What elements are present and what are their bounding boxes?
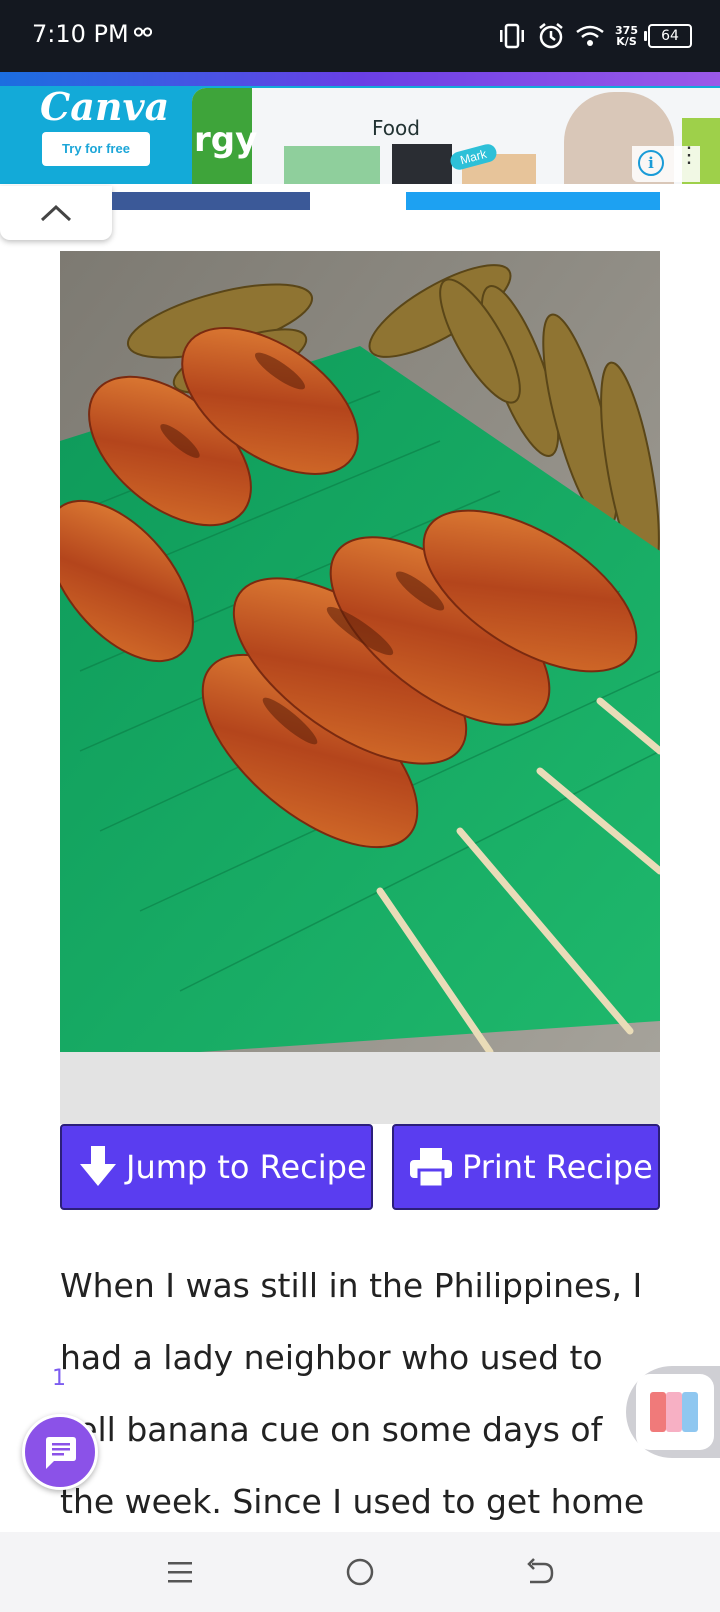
ad-green-panel: rgy (192, 88, 257, 184)
ad-controls: i ⋮ (632, 144, 700, 182)
menu-icon[interactable] (160, 1554, 200, 1590)
chat-bubble-icon (46, 1437, 76, 1469)
article-line: When I was still in the Philippines, I (60, 1266, 643, 1305)
article-line: had a lady neighbor who used to (60, 1338, 603, 1377)
facebook-share-button[interactable] (112, 192, 310, 210)
article-body: When I was still in the Philippines, I h… (60, 1250, 670, 1538)
app-logo-icon (650, 1392, 698, 1432)
article-line: the week. Since I used to get home (60, 1482, 645, 1521)
ad-info-icon[interactable]: i (638, 150, 664, 176)
ad-banner[interactable]: Canva Try for free rgy Mark Food i ⋮ (0, 72, 720, 184)
print-recipe-button[interactable]: Print Recipe (392, 1124, 660, 1210)
ad-image-card (392, 144, 452, 184)
network-speed: 375 K/S (615, 25, 638, 47)
printer-icon (410, 1148, 452, 1188)
image-placeholder-strip (60, 1052, 660, 1124)
ad-cta-button[interactable]: Try for free (42, 132, 150, 166)
status-icons: 375 K/S 64 (497, 18, 692, 54)
back-icon[interactable] (520, 1554, 560, 1590)
footnote-marker[interactable]: 1 (52, 1366, 66, 1391)
wifi-icon (576, 25, 604, 46)
ad-brand-logo: Canva (40, 84, 170, 129)
print-recipe-label: Print Recipe (462, 1148, 653, 1186)
ad-more-icon[interactable]: ⋮ (678, 144, 700, 178)
twitter-share-button[interactable] (406, 192, 660, 210)
vibrate-icon (500, 23, 525, 49)
recipe-button-row: Jump to Recipe Print Recipe (60, 1124, 660, 1214)
floating-app-widget[interactable] (626, 1366, 720, 1458)
status-time: 7:10 PM (32, 20, 129, 48)
ad-image-card (284, 146, 380, 184)
hero-image (60, 251, 660, 1052)
system-navigation-bar (0, 1532, 720, 1612)
chevron-up-icon (40, 204, 72, 222)
ad-visual-text: Food (372, 116, 420, 140)
jump-to-recipe-button[interactable]: Jump to Recipe (60, 1124, 373, 1210)
chat-button[interactable] (22, 1414, 98, 1490)
widget-app-icon (636, 1374, 714, 1450)
home-icon[interactable] (340, 1554, 380, 1590)
status-bar: 7:10 PM 375 K/S 64 (0, 0, 720, 72)
alarm-icon (539, 23, 563, 49)
incognito-glasses-icon (134, 27, 152, 37)
arrow-down-icon (80, 1146, 116, 1186)
jump-to-recipe-label: Jump to Recipe (126, 1148, 367, 1186)
collapse-ad-button[interactable] (0, 186, 112, 240)
network-speed-unit: K/S (616, 35, 637, 48)
article-line: sell banana cue on some days of (60, 1410, 603, 1449)
ad-fragment-text: rgy (194, 120, 258, 160)
battery-indicator: 64 (644, 24, 692, 48)
banana-cue-photo (60, 251, 660, 1052)
